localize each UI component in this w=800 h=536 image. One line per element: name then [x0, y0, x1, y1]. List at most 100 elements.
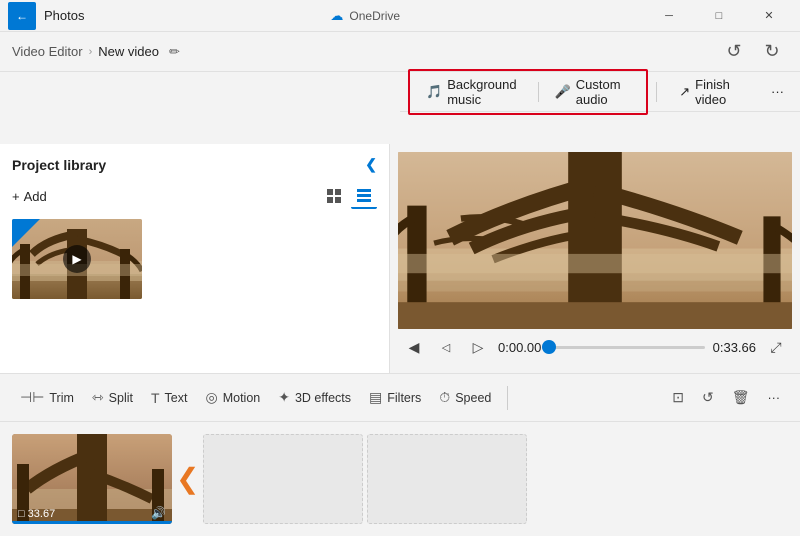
- toolbar-right: ⊡ ↺ 🗑 ···: [664, 384, 788, 411]
- custom-audio-label: Custom audio: [576, 77, 631, 107]
- finish-icon: ↗: [679, 84, 690, 100]
- trim-label: Trim: [49, 391, 74, 405]
- timeline-empty-slot-1[interactable]: [203, 434, 363, 524]
- rewind-button[interactable]: ◀: [402, 335, 426, 359]
- clip-duration: □ 33.67: [18, 508, 55, 520]
- delete-button[interactable]: 🗑: [724, 384, 758, 411]
- breadcrumb-bar: Video Editor › New video ✏ ↺ ↻: [0, 32, 800, 72]
- more-icon: ···: [768, 391, 781, 405]
- breadcrumb-separator: ›: [89, 46, 93, 58]
- main-content: Project library ❮ + Add: [0, 144, 800, 374]
- monitor-icon: □: [18, 508, 25, 520]
- filters-label: Filters: [387, 391, 421, 405]
- crop-button[interactable]: ⊡: [664, 384, 692, 411]
- redo-button[interactable]: ↻: [756, 36, 788, 68]
- delete-icon: 🗑: [732, 389, 750, 406]
- duration-value: 33.67: [28, 508, 56, 520]
- rotate-icon: ↺: [702, 389, 714, 406]
- progress-bar[interactable]: [549, 346, 704, 349]
- trim-icon: ⊣⊢: [20, 389, 44, 406]
- split-button[interactable]: ⇿ Split: [84, 384, 141, 411]
- maximize-button[interactable]: □: [696, 0, 742, 32]
- text-label: Text: [165, 391, 188, 405]
- preview-screen: [398, 152, 792, 329]
- custom-audio-button[interactable]: 🎤 Custom audio: [545, 73, 641, 111]
- undo-button[interactable]: ↺: [718, 36, 750, 68]
- time-current: 0:00.00: [498, 340, 541, 355]
- list-view-button[interactable]: [351, 183, 377, 209]
- corner-marker: [12, 219, 40, 247]
- clip-progress-bar: [12, 521, 172, 524]
- library-title: Project library: [12, 157, 106, 173]
- music-icon: 🎵: [426, 84, 442, 100]
- add-icon: +: [12, 189, 20, 204]
- close-button[interactable]: ✕: [746, 0, 792, 32]
- grid-view-button[interactable]: [321, 183, 347, 209]
- prev-frame-button[interactable]: ◁: [434, 335, 458, 359]
- window-controls: ─ □ ✕: [646, 0, 792, 32]
- split-label: Split: [109, 391, 133, 405]
- ondrive-label: OneDrive: [349, 9, 400, 23]
- background-music-label: Background music: [447, 77, 522, 107]
- title-bar-left: ← Photos: [8, 2, 84, 30]
- library-actions: + Add: [12, 183, 377, 209]
- split-icon: ⇿: [92, 389, 104, 406]
- toolbar-more-button[interactable]: ···: [763, 80, 792, 103]
- motion-label: Motion: [223, 391, 261, 405]
- filters-button[interactable]: ▤ Filters: [361, 384, 429, 411]
- breadcrumb-parent[interactable]: Video Editor: [12, 44, 83, 59]
- minimize-button[interactable]: ─: [646, 0, 692, 32]
- library-header: Project library ❮: [12, 156, 377, 173]
- audio-toolbar: 🎵 Background music 🎤 Custom audio ↗ Fini…: [400, 72, 800, 112]
- edit-toolbar: ⊣⊢ Trim ⇿ Split T Text ◎ Motion ✦ 3D eff…: [0, 374, 800, 422]
- app-title: Photos: [44, 8, 84, 23]
- text-icon: T: [151, 390, 160, 406]
- toolbar-divider: [507, 386, 508, 410]
- media-thumbnail[interactable]: ▶: [12, 219, 142, 299]
- add-media-button[interactable]: + Add: [12, 189, 47, 204]
- trim-button[interactable]: ⊣⊢ Trim: [12, 384, 82, 411]
- timeline: □ 33.67 🔊 ❮: [0, 422, 800, 536]
- crop-icon: ⊡: [672, 389, 684, 406]
- background-music-button[interactable]: 🎵 Background music: [416, 73, 532, 111]
- preview-controls: ◀ ◁ ▷ 0:00.00 0:33.66 ⤢: [398, 329, 792, 365]
- rotate-button[interactable]: ↺: [694, 384, 722, 411]
- custom-audio-icon: 🎤: [555, 84, 571, 100]
- expand-button[interactable]: ⤢: [764, 335, 788, 359]
- effects-3d-button[interactable]: ✦ 3D effects: [270, 384, 359, 411]
- title-bar-center: ☁ OneDrive: [84, 8, 646, 24]
- edit-title-icon[interactable]: ✏: [169, 44, 180, 60]
- timeline-arrow: ❮: [176, 465, 199, 493]
- audio-buttons-group: 🎵 Background music 🎤 Custom audio: [408, 69, 648, 115]
- collapse-button[interactable]: ❮: [365, 156, 377, 173]
- motion-button[interactable]: ◎ Motion: [197, 384, 268, 411]
- play-button[interactable]: ▷: [466, 335, 490, 359]
- view-toggle: [321, 183, 377, 209]
- motion-icon: ◎: [205, 389, 217, 406]
- speed-button[interactable]: ⏱ Speed: [431, 384, 499, 411]
- play-overlay-button[interactable]: ▶: [63, 245, 91, 273]
- speed-icon: ⏱: [439, 389, 450, 406]
- audio-divider: [538, 82, 539, 102]
- progress-thumb[interactable]: [542, 340, 556, 354]
- effects-label: 3D effects: [295, 391, 351, 405]
- add-label: Add: [24, 189, 47, 204]
- text-button[interactable]: T Text: [143, 385, 196, 411]
- audio-toolbar-divider: [656, 82, 657, 102]
- finish-video-button[interactable]: ↗ Finish video: [669, 73, 757, 111]
- ondrive-icon: ☁: [330, 8, 343, 24]
- timeline-empty-slot-2[interactable]: [367, 434, 527, 524]
- timeline-clip[interactable]: □ 33.67 🔊: [12, 434, 172, 524]
- breadcrumb-current: New video: [98, 44, 159, 59]
- project-library: Project library ❮ + Add: [0, 144, 390, 373]
- speed-label: Speed: [455, 391, 491, 405]
- more-options-button[interactable]: ···: [760, 386, 789, 410]
- clip-audio-icon: 🔊: [151, 506, 166, 520]
- title-bar: ← Photos ☁ OneDrive ─ □ ✕: [0, 0, 800, 32]
- progress-track: [549, 346, 704, 349]
- back-button[interactable]: ←: [8, 2, 36, 30]
- effects-icon: ✦: [278, 389, 290, 406]
- time-total: 0:33.66: [713, 340, 756, 355]
- media-grid: ▶: [12, 219, 377, 299]
- finish-video-label: Finish video: [695, 77, 747, 107]
